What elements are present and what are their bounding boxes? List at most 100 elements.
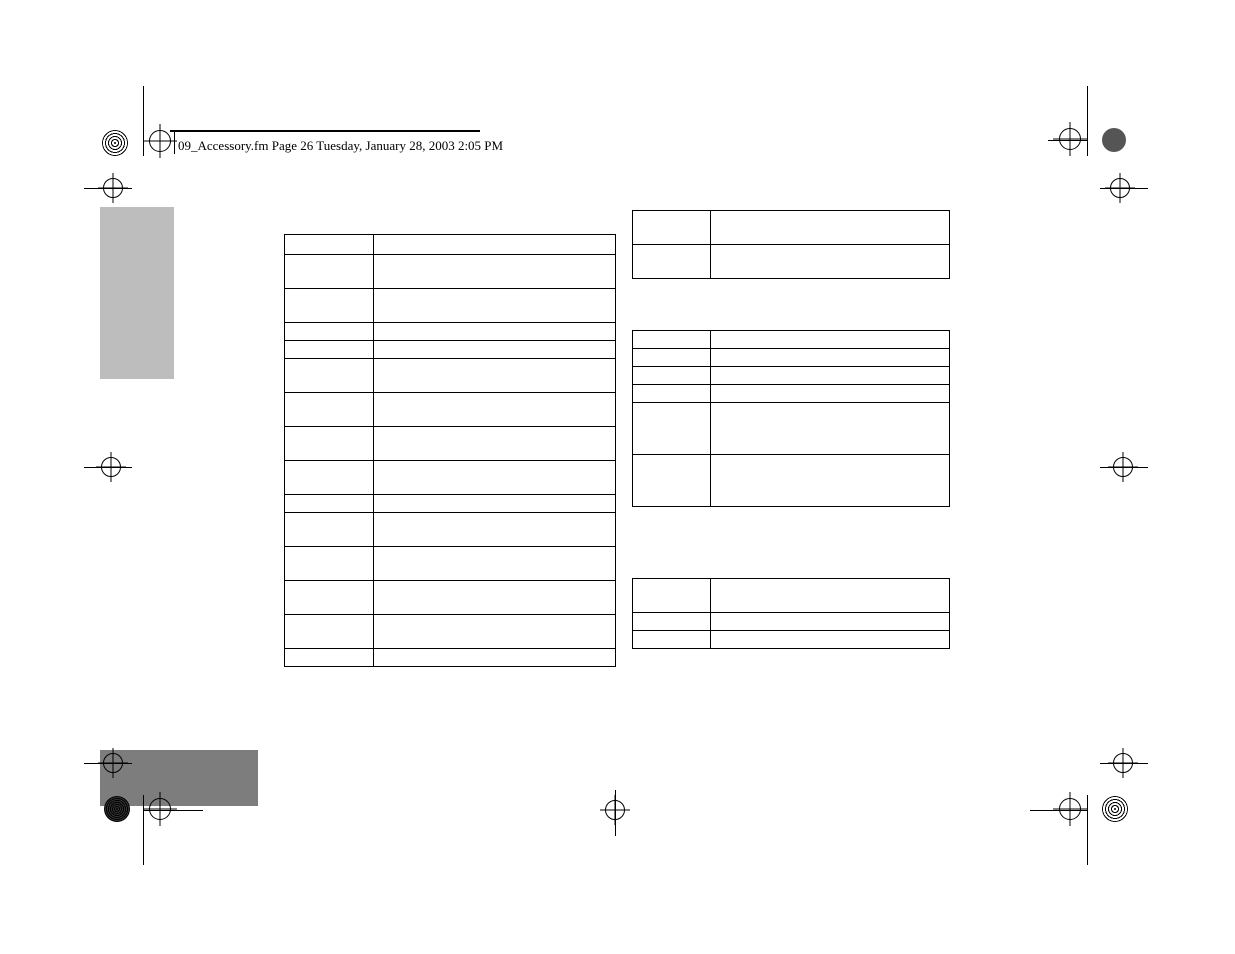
table-top-right-row [633,211,950,245]
crop-vline-br [1087,795,1088,865]
table-left-cell-val [374,495,616,513]
table-left-row [285,513,616,547]
table-mid-right-row [633,349,950,367]
table-top-right-cell-key [633,211,711,245]
table-left-row [285,547,616,581]
table-left-cell-val [374,235,616,255]
table-bot-right [632,578,950,649]
reg-cross-rmid [1108,452,1138,482]
reg-cross-lmid [96,452,126,482]
table-left-cell-val [374,649,616,667]
table-mid-right-cell-key [633,403,711,455]
reg-eng-circle-tl [102,130,128,156]
table-left-cell-val [374,513,616,547]
table-left-cell-key [285,323,374,341]
table-left-row [285,393,616,427]
table-top-right-row [633,245,950,279]
table-bot-right-row [633,579,950,613]
table-left-cell-key [285,461,374,495]
table-left-cell-key [285,255,374,289]
table-left-row [285,427,616,461]
grey-block-top [100,207,174,379]
table-mid-right-row [633,331,950,349]
crop-hline-tl-top [170,130,480,132]
table-mid-right [632,330,950,507]
table-left-cell-val [374,393,616,427]
table-bot-right-cell-val [711,631,950,649]
table-left [284,234,616,667]
table-left-cell-key [285,513,374,547]
table-left-row [285,359,616,393]
table-left-cell-key [285,235,374,255]
reg-cross-br-upper [1108,748,1138,778]
table-mid-right-cell-key [633,367,711,385]
table-left-cell-val [374,547,616,581]
table-left-row [285,495,616,513]
table-bot-right-row [633,613,950,631]
table-left-cell-val [374,341,616,359]
reg-cross-bl-upper [98,748,128,778]
table-bot-right-row [633,631,950,649]
table-left-row [285,235,616,255]
table-left-row [285,341,616,359]
table-left-cell-val [374,359,616,393]
table-left-cell-val [374,255,616,289]
table-mid-right-cell-val [711,403,950,455]
table-mid-right-row [633,455,950,507]
table-left-cell-key [285,581,374,615]
table-mid-right-cell-val [711,385,950,403]
table-bot-right-cell-val [711,613,950,631]
table-left-cell-val [374,427,616,461]
table-top-right [632,210,950,279]
reg-eng-circle-bl [104,796,130,822]
reg-cross-tl [143,124,177,158]
table-left-cell-key [285,649,374,667]
table-mid-right-cell-val [711,349,950,367]
table-left-row [285,581,616,615]
table-top-right-cell-key [633,245,711,279]
table-left-cell-key [285,289,374,323]
table-mid-right-row [633,385,950,403]
reg-cross-bcenter [600,795,630,825]
table-left-cell-key [285,427,374,461]
table-left-cell-key [285,615,374,649]
table-left-cell-key [285,359,374,393]
table-top-right-cell-val [711,245,950,279]
page-header-text: 09_Accessory.fm Page 26 Tuesday, January… [178,138,503,154]
table-mid-right-cell-key [633,385,711,403]
table-mid-right-cell-val [711,331,950,349]
table-bot-right-cell-key [633,613,711,631]
table-left-row [285,289,616,323]
reg-eng-circle-br [1102,796,1128,822]
reg-cross-tr [1053,122,1087,156]
table-left-row [285,323,616,341]
table-bot-right-cell-val [711,579,950,613]
reg-cross-bl [143,792,177,826]
table-left-cell-val [374,615,616,649]
table-left-cell-val [374,323,616,341]
table-mid-right-cell-val [711,455,950,507]
table-mid-right-cell-val [711,367,950,385]
table-left-cell-val [374,461,616,495]
table-bot-right-cell-key [633,631,711,649]
table-left-row [285,615,616,649]
table-top-right-cell-val [711,211,950,245]
reg-cross-tl2 [98,173,128,203]
crop-vline-tr [1087,86,1088,156]
reg-cross-br [1053,792,1087,826]
table-left-row [285,461,616,495]
reg-cross-tr2 [1105,173,1135,203]
table-mid-right-cell-key [633,455,711,507]
table-left-cell-val [374,581,616,615]
table-mid-right-cell-key [633,349,711,367]
table-left-cell-key [285,495,374,513]
table-mid-right-row [633,367,950,385]
table-left-cell-key [285,341,374,359]
reg-solid-tr [1102,128,1126,152]
table-left-cell-val [374,289,616,323]
table-mid-right-row [633,403,950,455]
table-left-row [285,649,616,667]
table-left-row [285,255,616,289]
table-left-cell-key [285,547,374,581]
table-mid-right-cell-key [633,331,711,349]
